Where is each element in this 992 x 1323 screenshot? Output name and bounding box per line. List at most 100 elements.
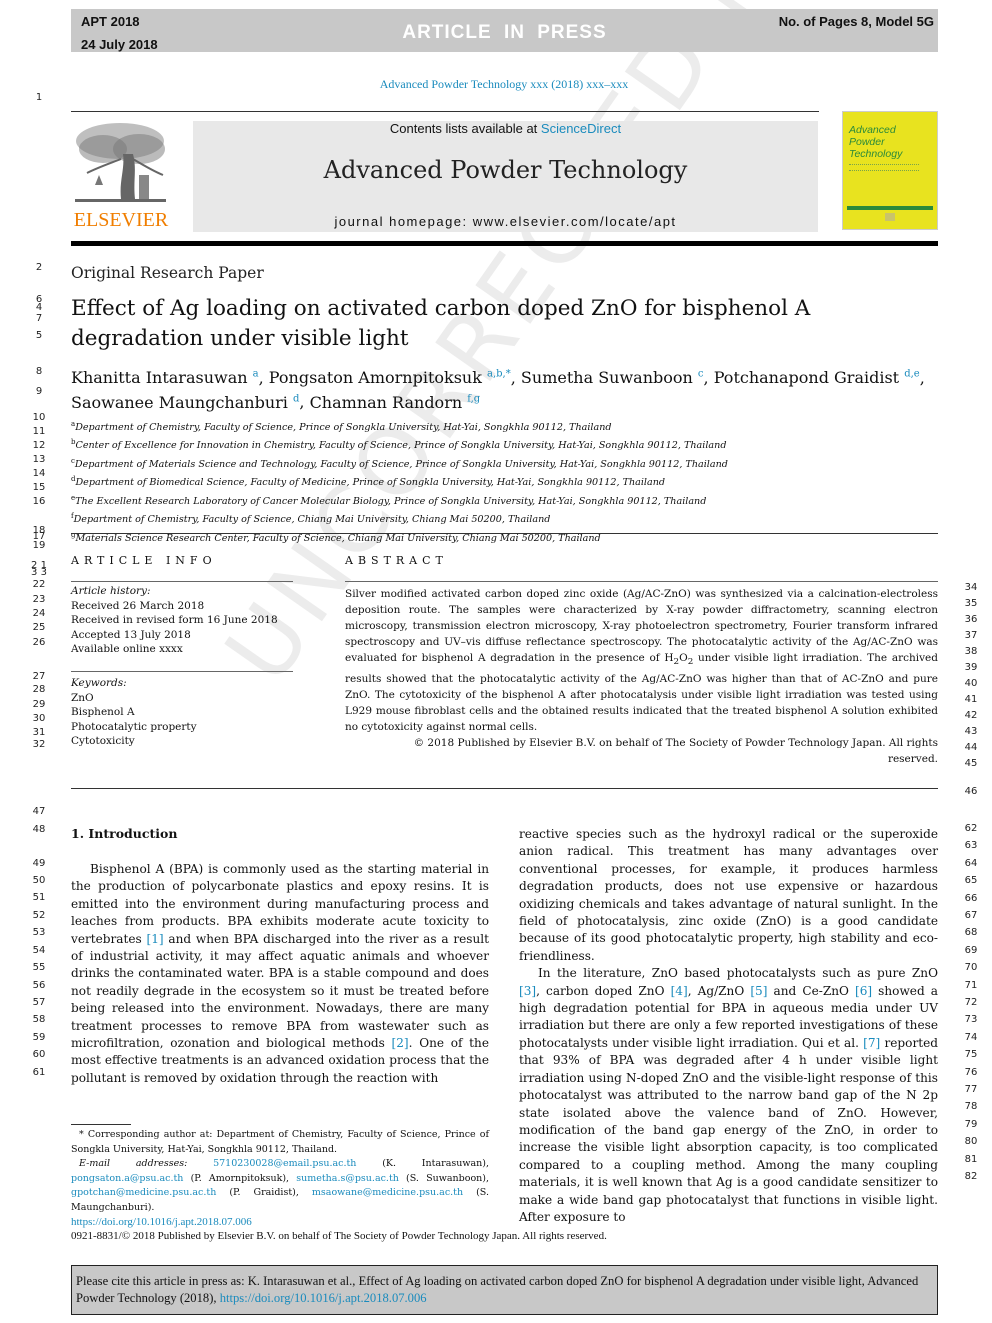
author[interactable]: Chamnan Randorn f,g [310,393,481,412]
author-separator: , [299,392,310,412]
email-owner: (P. Graidist), [216,1187,312,1199]
affiliation-text: Materials Science Research Center, Facul… [75,533,601,545]
affiliation: bCenter of Excellence for Innovation in … [71,435,771,453]
author[interactable]: Sumetha Suwanboon c [521,368,704,387]
line-number: 27 [32,671,46,682]
keywords: Keywords: ZnO Bisphenol A Photocatalytic… [71,676,197,749]
line-number: 15 [32,482,46,493]
doi-link[interactable]: https://doi.org/10.1016/j.apt.2018.07.00… [71,1216,252,1228]
affiliation-list: aDepartment of Chemistry, Faculty of Sci… [71,417,771,546]
author-name[interactable]: Pongsaton Amornpitoksuk [269,368,482,387]
reference-link[interactable]: [6] [855,984,872,998]
author-name[interactable]: Chamnan Randorn [310,393,463,412]
line-number: 1 [35,92,43,103]
line-number: 81 [964,1154,978,1165]
line-number: 49 [32,858,46,869]
reference-link[interactable]: [3] [519,984,536,998]
line-number: 12 [32,440,46,451]
elsevier-tree-icon [75,123,166,202]
email-owner: (K. Intarasuwan), [356,1158,489,1170]
line-number: 68 [964,927,978,938]
author-name[interactable]: Saowanee Maungchanburi [71,393,288,412]
paper-type: Original Research Paper [71,264,264,282]
author[interactable]: Pongsaton Amornpitoksuk a,b,* [269,368,511,387]
header-rule [71,111,819,112]
abstract-text: Silver modified activated carbon doped z… [345,586,938,735]
line-number: 65 [964,875,978,886]
author[interactable]: Khanitta Intarasuwan a [71,368,259,387]
reference-link[interactable]: [1] [147,932,164,946]
cover-subtitle [849,164,919,171]
author-separator: , [919,368,925,388]
keyword: Bisphenol A [71,706,135,718]
line-number: 9 [35,386,43,397]
email-link[interactable]: 5710230028@email.psu.ac.th [213,1158,356,1169]
abstract-end-rule [71,788,938,789]
cover-title: Advanced Powder Technology [849,124,902,160]
line-number: 24 [32,608,46,619]
line-number: 51 [32,892,46,903]
email-link[interactable]: sumetha.s@psu.ac.th [296,1173,399,1184]
line-number: 39 [964,662,978,673]
article-history: Article history: Received 26 March 2018 … [71,584,278,657]
elsevier-logo[interactable]: ELSEVIER [70,119,172,231]
line-number: 2 [35,262,43,273]
line-number: 30 [32,713,46,724]
abstract-body: Silver modified activated carbon doped z… [345,586,938,767]
affiliation: fDepartment of Chemistry, Faculty of Sci… [71,509,771,527]
email-link[interactable]: gpotchan@medicine.psu.ac.th [71,1187,216,1198]
article-in-press-banner: APT 2018 24 July 2018 ARTICLE IN PRESS N… [71,9,938,52]
line-number: 61 [32,1067,46,1078]
line-number: 48 [32,824,46,835]
email-link[interactable]: msaowane@medicine.psu.ac.th [312,1187,463,1198]
line-number: 38 [964,646,978,657]
author-affil-sup[interactable]: a,b,* [487,369,511,380]
author[interactable]: Saowanee Maungchanburi d [71,393,299,412]
line-number: 59 [32,1032,46,1043]
history-item: Received 26 March 2018 [71,599,205,612]
line-number: 19 [32,540,46,551]
article-title: Effect of Ag loading on activated carbon… [71,296,811,351]
reference-link[interactable]: [4] [671,984,688,998]
abstract-heading: ABSTRACT [345,554,448,567]
author-name[interactable]: Khanitta Intarasuwan [71,368,248,387]
line-number: 28 [32,684,46,695]
masthead-thick-rule [71,241,938,246]
line-number: 40 [964,678,978,689]
line-number: 72 [964,997,978,1008]
line-number: 78 [964,1101,978,1112]
corresponding-author-note: * Corresponding author at: Department of… [71,1129,489,1155]
author-name[interactable]: Potchanapond Graidist [714,368,899,387]
journal-cover-thumbnail[interactable]: Advanced Powder Technology [842,111,938,230]
line-number: 69 [964,945,978,956]
reference-link[interactable]: [7] [863,1036,880,1050]
author-name[interactable]: Sumetha Suwanboon [521,368,693,387]
article-info-rule [71,581,293,582]
author[interactable]: Potchanapond Graidist d,e [714,368,920,387]
sciencedirect-link[interactable]: ScienceDirect [541,121,621,136]
email-link[interactable]: pongsaton.a@psu.ac.th [71,1173,183,1184]
line-number: 70 [964,962,978,973]
contents-prefix: Contents lists available at [389,121,541,136]
journal-homepage[interactable]: journal homepage: www.elsevier.com/locat… [193,214,818,229]
citation-text: Please cite this article in press as: K.… [76,1273,936,1307]
affiliation-text: Department of Chemistry, Faculty of Scie… [75,422,612,434]
line-number: 36 [964,614,978,625]
cover-title-line: Advanced [849,124,896,136]
abstract-text-part: under visible light irradiation. The arc… [345,652,938,733]
intro-right-column: reactive species such as the hydroxyl ra… [519,826,938,1226]
citation-doi-link[interactable]: https://doi.org/10.1016/j.apt.2018.07.00… [220,1291,427,1305]
line-number: 66 [964,893,978,904]
author-affil-sup[interactable]: d,e [904,369,920,380]
reference-link[interactable]: [2] [392,1036,409,1050]
line-number: 60 [32,1049,46,1060]
line-number: 63 [964,840,978,851]
line-number: 29 [32,699,46,710]
line-number: 53 [32,927,46,938]
line-number: 56 [32,980,46,991]
line-number: 62 [964,823,978,834]
author-affil-sup[interactable]: f,g [467,393,480,404]
journal-citation-line[interactable]: Advanced Powder Technology xxx (2018) xx… [0,77,992,92]
footnote-rule [71,1124,131,1125]
reference-link[interactable]: [5] [750,984,767,998]
